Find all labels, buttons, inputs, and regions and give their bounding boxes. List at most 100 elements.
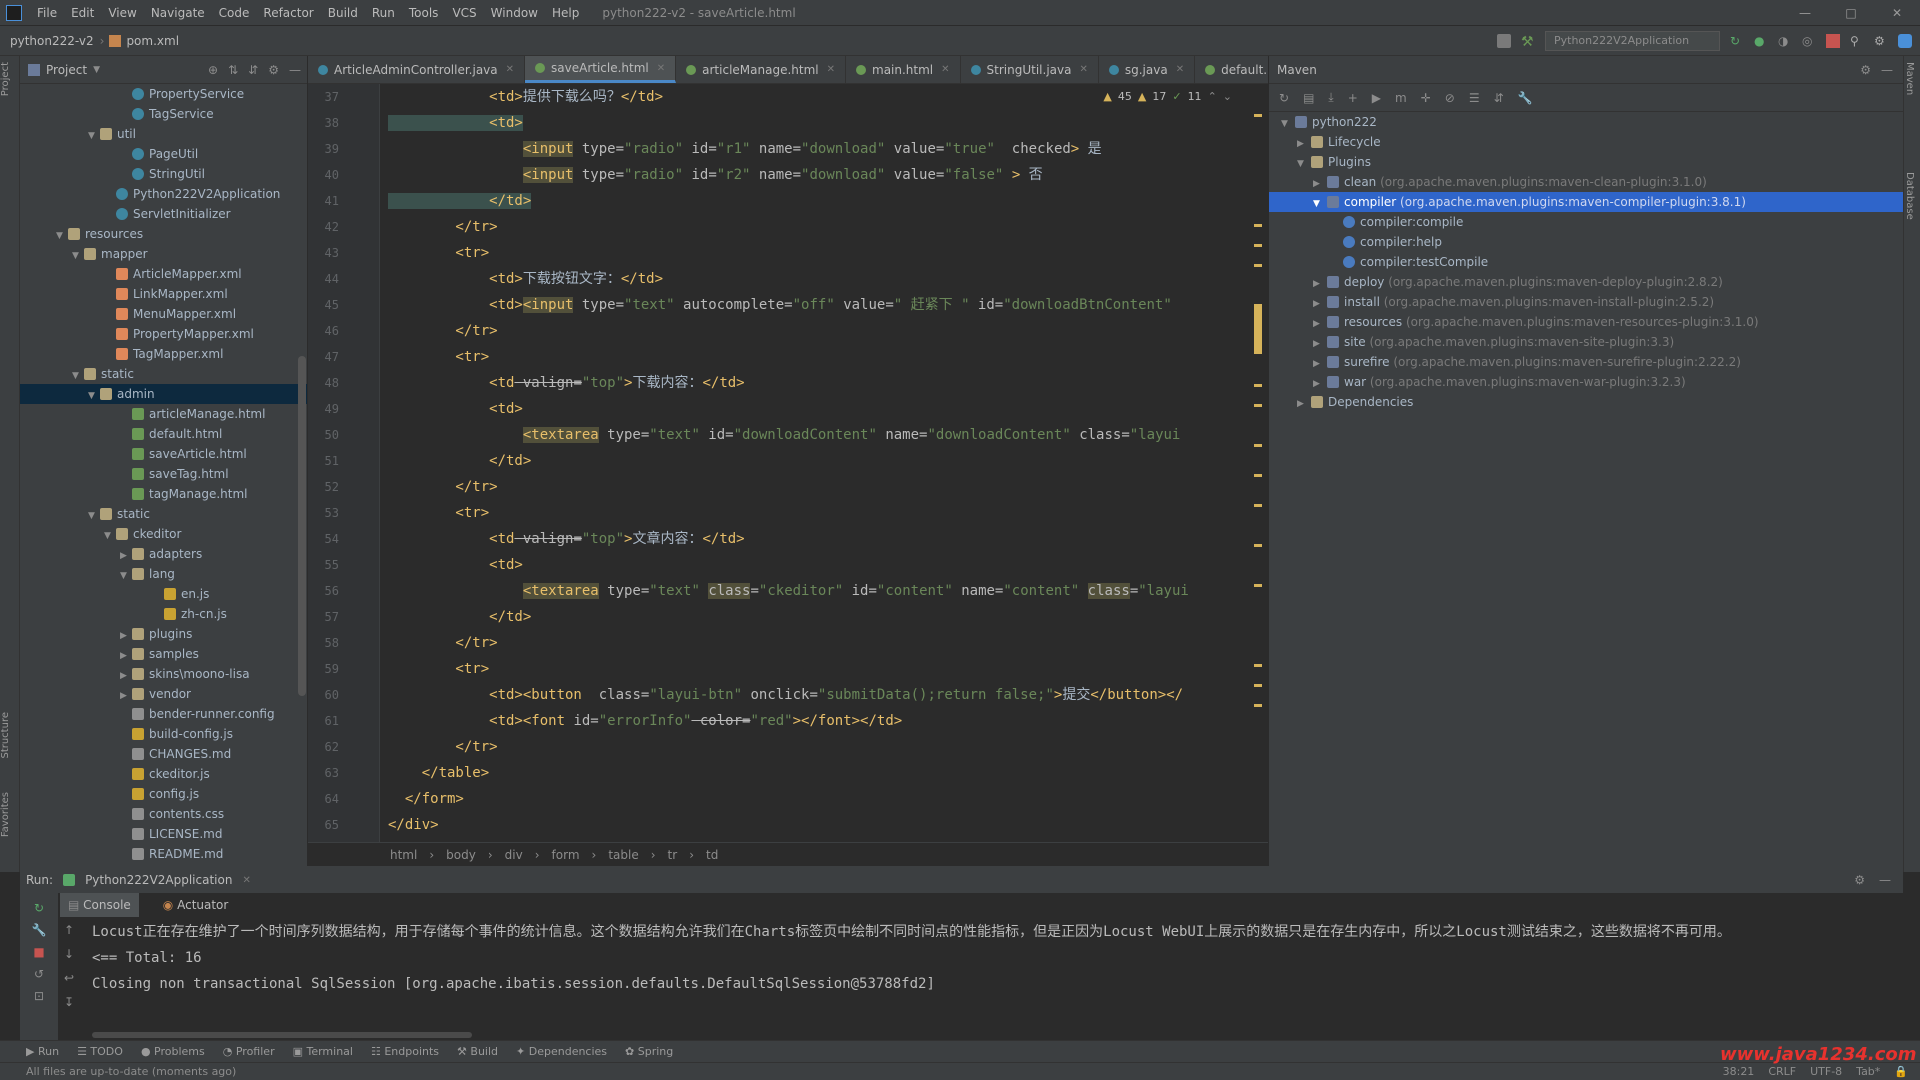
project-tool-tab[interactable]: Project (0, 56, 11, 102)
close-icon[interactable]: ✕ (657, 63, 665, 74)
code-line[interactable]: <td> (388, 552, 1248, 578)
scroll-end-icon[interactable]: ↧ (64, 995, 74, 1009)
code-line[interactable]: </tr> (388, 214, 1248, 240)
show-dependencies-icon[interactable]: ☰ (1469, 91, 1480, 105)
project-tree-item[interactable]: ▶ samples (20, 644, 307, 664)
editor-tab[interactable]: ArticleAdminController.java ✕ (308, 56, 526, 83)
editor-tab[interactable]: articleManage.html ✕ (676, 56, 846, 83)
editor-tab[interactable]: StringUtil.java ✕ (961, 56, 1099, 83)
toggle-offline-icon[interactable]: ✛ (1421, 91, 1431, 105)
indent-setting[interactable]: Tab* (1856, 1065, 1880, 1078)
chevron-right-icon[interactable]: ▶ (1313, 294, 1327, 314)
tool-tab-problems[interactable]: ● Problems (141, 1045, 205, 1058)
console-hscrollbar[interactable] (92, 1032, 472, 1038)
search-icon[interactable]: ⚲ (1850, 34, 1864, 48)
run-config-select[interactable]: Python222V2Application (1545, 30, 1720, 51)
tool-tab-terminal[interactable]: ▣ Terminal (293, 1045, 353, 1058)
stripe-mark[interactable] (1254, 664, 1262, 667)
maven-tree-item[interactable]: ▶ site (org.apache.maven.plugins:maven-si… (1269, 332, 1903, 352)
chevron-right-icon[interactable]: ▶ (120, 626, 132, 646)
code-line[interactable]: </form> (388, 786, 1248, 812)
lock-icon[interactable]: 🔒 (1894, 1065, 1908, 1078)
editor-tab[interactable]: saveArticle.html ✕ (525, 56, 677, 83)
maven-tree-item[interactable]: ▼ python222 (1269, 112, 1903, 132)
stripe-mark[interactable] (1254, 404, 1262, 407)
project-tree-item[interactable]: ▼ util (20, 124, 307, 144)
maven-tree-item[interactable]: compiler:compile (1269, 212, 1903, 232)
chevron-down-icon[interactable]: ▼ (88, 506, 100, 526)
project-tree-item[interactable]: ckeditor.js (20, 764, 307, 784)
code-line[interactable]: </tr> (388, 318, 1248, 344)
project-tree-item[interactable]: tagManage.html (20, 484, 307, 504)
maven-tool-tab[interactable]: Maven (1904, 56, 1915, 101)
build-hammer-icon[interactable]: ⚒ (1521, 34, 1535, 50)
hide-icon[interactable]: — (1879, 873, 1891, 887)
code-line[interactable]: <td> (388, 396, 1248, 422)
chevron-down-icon[interactable]: ▼ (72, 366, 84, 386)
project-tree-item[interactable]: zh-cn.js (20, 604, 307, 624)
close-icon[interactable]: ✕ (941, 64, 949, 75)
debug-icon[interactable]: ● (1754, 34, 1768, 48)
run-config-tab[interactable]: Python222V2Application (85, 873, 232, 887)
settings-gear-icon[interactable]: ⚙ (1854, 873, 1865, 887)
database-tool-tab[interactable]: Database (1904, 166, 1915, 226)
project-tree-item[interactable]: ▶ plugins (20, 624, 307, 644)
project-tree-item[interactable]: ▶ skins\moono-lisa (20, 664, 307, 684)
actuator-tab[interactable]: ◉ Actuator (155, 893, 237, 917)
restart-icon[interactable]: ↺ (34, 967, 44, 981)
execute-goal-icon[interactable]: m (1395, 91, 1407, 105)
maven-tree-item[interactable]: ▼ Plugins (1269, 152, 1903, 172)
stop-icon[interactable]: ■ (33, 945, 44, 959)
project-tree-item[interactable]: ServletInitializer (20, 204, 307, 224)
reload-icon[interactable]: ↻ (1279, 91, 1289, 105)
hide-icon[interactable]: — (1881, 63, 1893, 77)
stripe-mark[interactable] (1254, 114, 1262, 117)
menu-window[interactable]: Window (484, 6, 545, 20)
project-tree-item[interactable]: ▼ admin (20, 384, 307, 404)
code-line[interactable]: </table> (388, 760, 1248, 786)
project-tree-item[interactable]: LinkMapper.xml (20, 284, 307, 304)
soft-wrap-icon[interactable]: ↩ (64, 971, 74, 985)
wrench-icon[interactable]: 🔧 (32, 923, 47, 937)
code-line[interactable]: <input type="radio" id="r1" name="downlo… (388, 136, 1248, 162)
up-arrow-icon[interactable]: ↑ (64, 923, 74, 937)
maven-tree-item[interactable]: ▶ Lifecycle (1269, 132, 1903, 152)
close-icon[interactable]: ✕ (506, 64, 514, 75)
nav-file[interactable]: pom.xml (126, 34, 179, 48)
maven-tree-item[interactable]: ▶ Dependencies (1269, 392, 1903, 412)
stripe-mark[interactable] (1254, 474, 1262, 477)
stripe-mark[interactable] (1254, 304, 1262, 354)
chevron-right-icon[interactable]: ▶ (1313, 354, 1327, 374)
project-panel-title[interactable]: Project (46, 63, 87, 77)
project-tree-item[interactable]: PropertyService (20, 84, 307, 104)
breadcrumb-item[interactable]: form (552, 848, 580, 862)
code-line[interactable]: <td valign="top">下载内容：</td> (388, 370, 1248, 396)
menu-tools[interactable]: Tools (402, 6, 446, 20)
code-line[interactable]: <textarea type="text" class="ckeditor" i… (388, 578, 1248, 604)
project-tree-item[interactable]: CHANGES.md (20, 744, 307, 764)
chevron-down-icon[interactable]: ▼ (88, 386, 100, 406)
code-line[interactable]: <tr> (388, 656, 1248, 682)
console-output[interactable]: Locust正在存在维护了一个时间序列数据结构，用于存储每个事件的统计信息。这个… (92, 919, 1892, 1029)
project-tree-item[interactable]: config.js (20, 784, 307, 804)
chevron-right-icon[interactable]: ▶ (1313, 314, 1327, 334)
code-line[interactable]: <td><button class="layui-btn" onclick="s… (388, 682, 1248, 708)
menu-refactor[interactable]: Refactor (256, 6, 320, 20)
settings-gear-icon[interactable]: ⚙ (1874, 34, 1888, 48)
project-tree-item[interactable]: ▼ lang (20, 564, 307, 584)
project-tree-item[interactable]: ▼ static (20, 364, 307, 384)
maven-tree-item[interactable]: ▶ war (org.apache.maven.plugins:maven-war… (1269, 372, 1903, 392)
code-line[interactable]: <td><font id="errorInfo" color="red"></f… (388, 708, 1248, 734)
maven-tree-item[interactable]: ▼ compiler (org.apache.maven.plugins:mave… (1269, 192, 1903, 212)
maven-settings-icon[interactable]: 🔧 (1518, 91, 1533, 105)
caret-position[interactable]: 38:21 (1723, 1065, 1755, 1078)
chevron-right-icon[interactable]: ▶ (1313, 334, 1327, 354)
tool-tab-dependencies[interactable]: ✦ Dependencies (516, 1045, 607, 1058)
collapse-all-icon[interactable]: ⇵ (1494, 91, 1504, 105)
stripe-mark[interactable] (1254, 544, 1262, 547)
menu-run[interactable]: Run (365, 6, 402, 20)
chevron-right-icon[interactable]: ▶ (1313, 274, 1327, 294)
project-tree-item[interactable]: PropertyMapper.xml (20, 324, 307, 344)
code-line[interactable]: <tr> (388, 240, 1248, 266)
code-line[interactable]: <td> (388, 110, 1248, 136)
